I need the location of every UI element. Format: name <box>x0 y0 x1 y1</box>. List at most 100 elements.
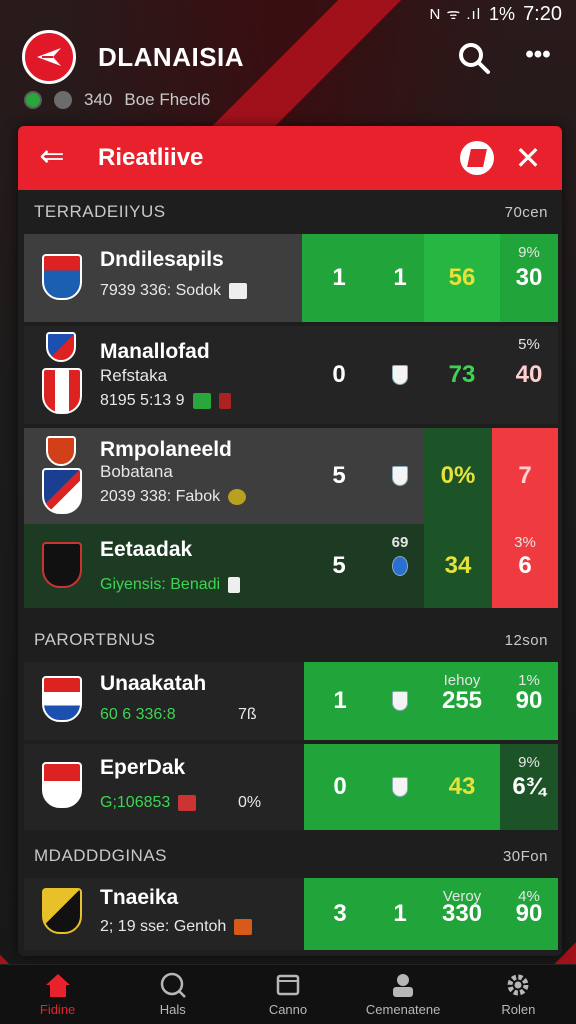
points-cell[interactable]: 43 <box>424 744 500 830</box>
odds-cell[interactable]: 5% 40 <box>500 326 558 424</box>
nav-label: Rolen <box>501 1002 536 1017</box>
nav-label: Canno <box>268 1002 308 1017</box>
team-crest-icon <box>42 676 82 722</box>
nav-settings[interactable]: Rolen <box>468 965 568 1024</box>
score-cell[interactable]: 1 <box>302 234 376 322</box>
section-title: MDADDDGINAS <box>34 846 168 865</box>
score-cell[interactable]: 0 <box>304 744 376 830</box>
section-count: 12son <box>504 631 548 649</box>
app-bar: DLANAISIA ••• <box>0 30 576 86</box>
match-row[interactable]: Tnaeika 2; 19 sse: Gentoh 3 1 Veroy 330 4… <box>24 878 558 950</box>
team-crest-icon <box>392 691 408 711</box>
section-header: MDADDDGINAS 30Fon <box>18 834 562 878</box>
nav-profile[interactable]: Cemenatene <box>353 965 453 1024</box>
close-button[interactable]: ✕ <box>508 138 548 178</box>
points-cell[interactable]: 0% <box>424 428 492 524</box>
search-button[interactable] <box>456 40 492 76</box>
team-sub: Refstaka <box>100 366 168 385</box>
team-crest-icon <box>42 254 82 300</box>
ball-icon <box>229 282 247 299</box>
crest-icon <box>218 392 231 409</box>
card-title: Rieatliive <box>98 144 204 171</box>
sub-count: 340 <box>84 90 113 109</box>
score-cell[interactable]: 0 <box>302 326 376 424</box>
odds-cell[interactable]: 3% 6 <box>492 524 558 608</box>
card-header: ⇐ Rieatliive ✕ <box>18 126 562 190</box>
results-card: ⇐ Rieatliive ✕ TERRADEIIYUS 70cen Dndile… <box>18 126 562 956</box>
odds-cell[interactable]: 1% 90 <box>500 662 558 740</box>
score-cell[interactable]: 5 <box>302 524 376 608</box>
odds-cell[interactable]: 7 <box>492 428 558 524</box>
match-row[interactable]: Unaakatah 60 6 336:8 7ß 1 Iehoy 255 1% 90 <box>24 662 558 740</box>
match-meta: 7939 336: Sodok <box>100 282 247 300</box>
match-meta: 2039 338: Fabok <box>100 488 247 506</box>
odds-cell[interactable]: 9% 6¾ <box>500 744 558 830</box>
match-extra: 0% <box>238 794 262 811</box>
score-cells: 5 0% 7 <box>302 428 558 524</box>
points-cell[interactable]: 73 <box>424 326 500 424</box>
odds-cell[interactable]: 4% 90 <box>500 878 558 950</box>
sub-status: 340 Boe Fhecl6 <box>24 90 210 110</box>
section-header: TERRADEIIYUS 70cen <box>18 190 562 234</box>
status-bar: N ᯤ .ıl 1% 7:20 <box>0 0 576 28</box>
user-indicator-icon <box>54 91 72 109</box>
favorite-button[interactable] <box>460 141 494 175</box>
score-cell[interactable]: 5 <box>302 428 376 524</box>
team-badge-cell <box>376 326 424 424</box>
back-button[interactable]: ⇐ <box>32 140 72 176</box>
team-badge-cell <box>376 428 424 524</box>
team-crest-icon <box>392 777 408 797</box>
more-menu-button[interactable]: ••• <box>518 40 558 76</box>
score-cell[interactable]: 1 <box>304 662 376 740</box>
team-badge-cell <box>376 744 424 830</box>
score-cell[interactable]: 1 <box>376 234 424 322</box>
team-badge-cell: 69 <box>376 524 424 608</box>
odds-cell[interactable]: 9% 30 <box>500 234 558 322</box>
team-crest-icon <box>42 468 82 514</box>
clock: 7:20 <box>523 2 562 25</box>
home-icon <box>45 974 70 997</box>
team-name: Manallofad <box>100 340 210 363</box>
points-cell[interactable]: 56 <box>424 234 500 322</box>
team-badge-cell <box>376 662 424 740</box>
team-crest-icon <box>42 888 82 934</box>
team-crest-icon <box>42 542 82 588</box>
points-cell[interactable]: Iehoy 255 <box>424 662 500 740</box>
team-crest-icon <box>392 365 408 385</box>
team-name: Dndilesapils <box>100 248 224 271</box>
nav-home[interactable]: Fidine <box>8 965 108 1024</box>
card-icon <box>228 576 241 593</box>
match-meta: 2; 19 sse: Gentoh <box>100 918 253 936</box>
team-crest-icon <box>392 556 408 576</box>
match-row[interactable]: Rmpolaneeld Bobatana 2039 338: Fabok 5 0… <box>24 428 558 524</box>
app-logo-icon[interactable] <box>22 30 76 84</box>
points-cell[interactable]: Veroy 330 <box>424 878 500 950</box>
team-name: Rmpolaneeld <box>100 438 232 461</box>
team-crest-icon <box>46 332 76 362</box>
gear-icon <box>507 974 529 996</box>
bottom-nav: Fidine Hals Canno Cemenatene Rolen <box>0 964 576 1024</box>
nav-window[interactable]: Canno <box>238 965 338 1024</box>
person-icon <box>393 974 414 997</box>
section-count: 70cen <box>504 203 548 221</box>
score-cell[interactable]: 3 <box>304 878 376 950</box>
match-meta: 8195 5:13 9 <box>100 392 231 410</box>
flag-icon <box>467 149 487 167</box>
search-icon <box>160 972 186 998</box>
online-indicator-icon <box>24 91 42 109</box>
card-icon <box>178 794 197 811</box>
match-row[interactable]: Manallofad Refstaka 8195 5:13 9 0 73 5% 4… <box>24 326 558 424</box>
section-header: PARORTBNUS 12son <box>18 618 562 662</box>
battery-level: 1% <box>489 3 516 24</box>
nav-label: Fidine <box>39 1002 76 1017</box>
match-row[interactable]: EperDak G;106853 0% 0 43 9% 6¾ <box>24 744 558 830</box>
nav-label: Cemenatene <box>365 1002 441 1017</box>
nav-search[interactable]: Hals <box>123 965 223 1024</box>
match-meta: Giyensis: Benadi <box>100 576 241 594</box>
match-extra: 7ß <box>238 706 257 723</box>
score-cell[interactable]: 1 <box>376 878 424 950</box>
points-cell[interactable]: 34 <box>424 524 492 608</box>
match-row[interactable]: Dndilesapils 7939 336: Sodok 1 1 56 9% 30 <box>24 234 558 322</box>
signal-icons: N ᯤ .ıl <box>429 6 482 23</box>
match-row[interactable]: Eetaadak Giyensis: Benadi 5 69 34 3% 6 <box>24 524 558 608</box>
